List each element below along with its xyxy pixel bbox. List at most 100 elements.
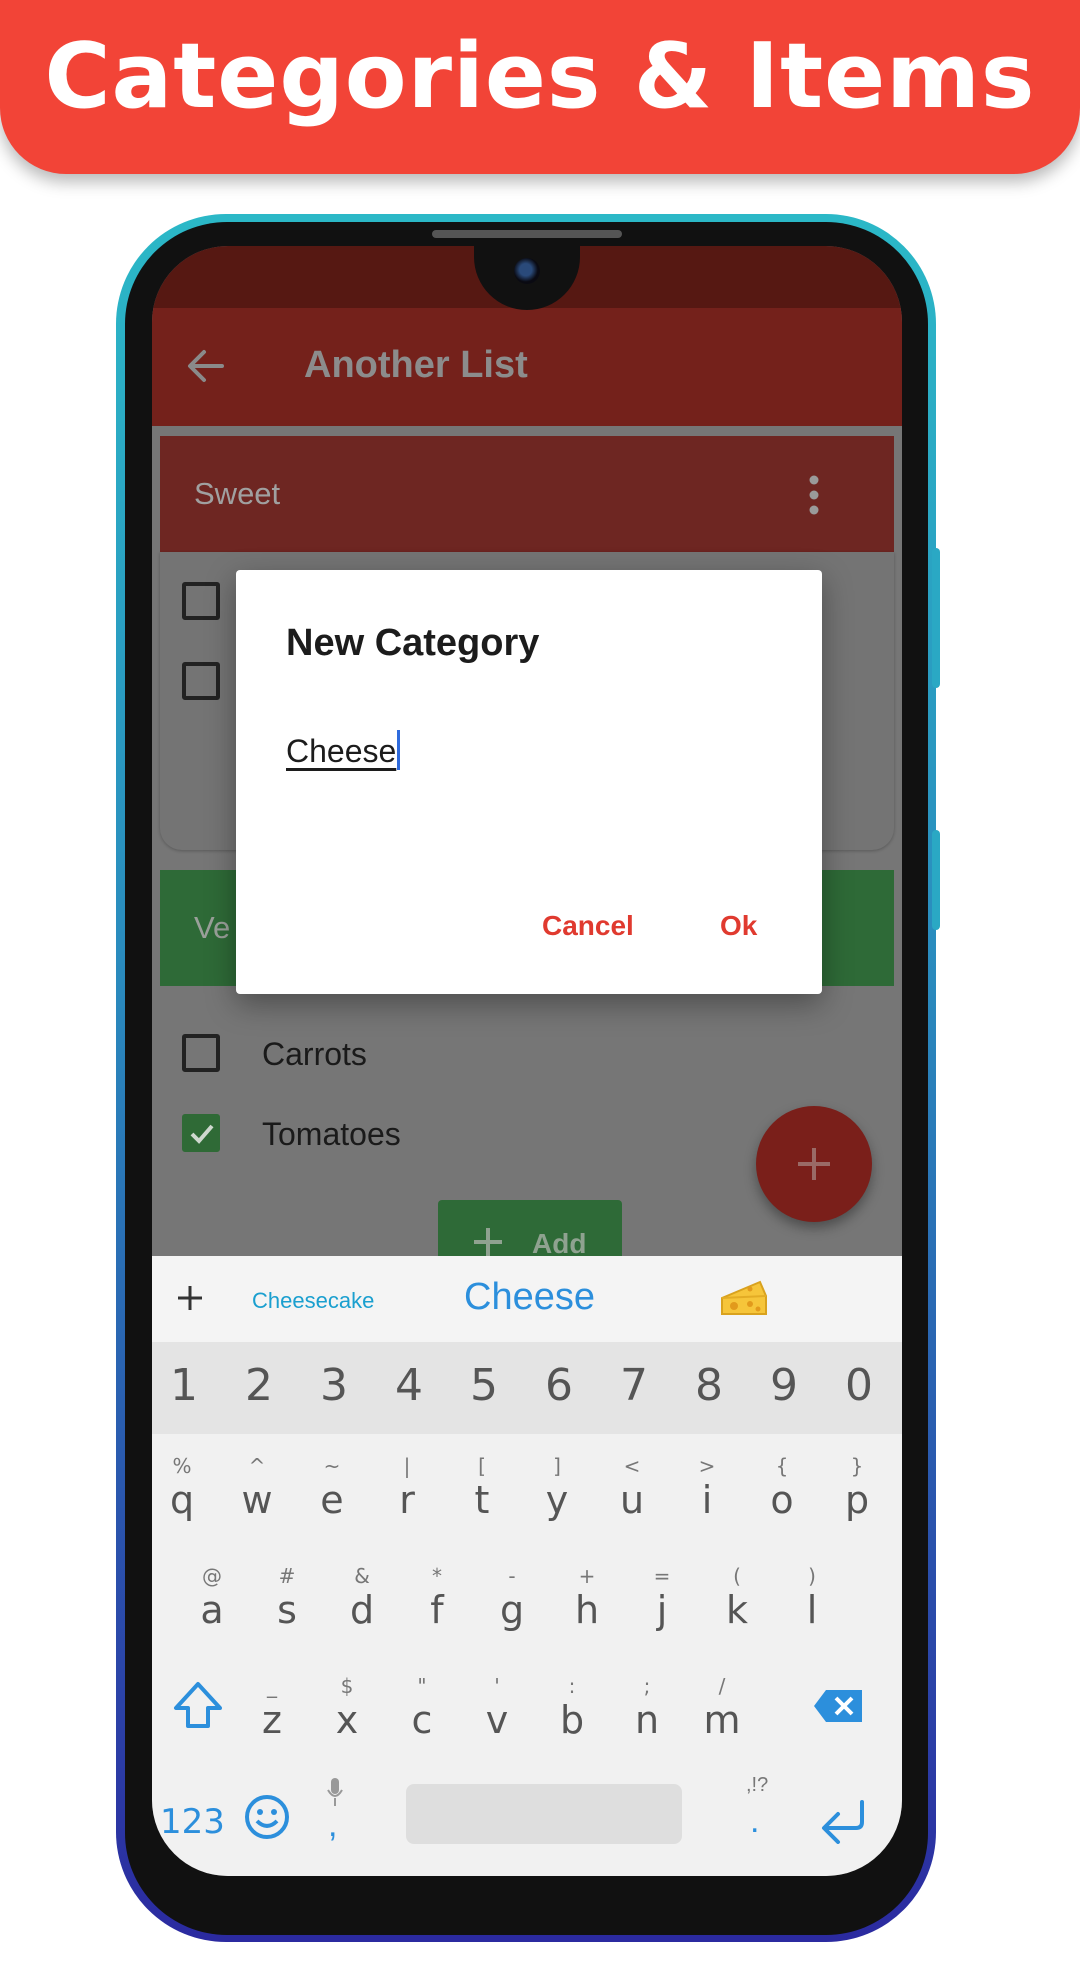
shift-icon[interactable] xyxy=(172,1680,224,1732)
add-category-fab[interactable] xyxy=(756,1106,872,1222)
key-symbol-hint: : xyxy=(568,1674,576,1698)
key-symbol-hint: ( xyxy=(733,1564,741,1588)
category-title: Ve xyxy=(194,910,231,945)
letter-key[interactable]: a xyxy=(187,1588,237,1632)
letter-key[interactable]: b xyxy=(547,1698,597,1742)
key-symbol-hint: _ xyxy=(267,1674,277,1698)
number-key[interactable]: 4 xyxy=(384,1360,434,1411)
number-key[interactable]: 3 xyxy=(309,1360,359,1411)
key-symbol-hint: [ xyxy=(478,1454,486,1478)
suggestion-center[interactable]: Cheese xyxy=(464,1276,595,1319)
key-symbol-hint: ~ xyxy=(323,1454,341,1478)
key-symbol-hint: < xyxy=(623,1454,641,1478)
letter-key[interactable]: n xyxy=(622,1698,672,1742)
item-checkbox-carrots[interactable] xyxy=(182,1034,220,1072)
ok-button[interactable]: Ok xyxy=(720,910,757,942)
category-header-sweet[interactable]: Sweet xyxy=(160,436,894,552)
letter-key[interactable]: r xyxy=(382,1478,432,1522)
emoji-icon[interactable] xyxy=(244,1794,290,1840)
checkmark-icon xyxy=(190,1124,214,1144)
letter-key[interactable]: h xyxy=(562,1588,612,1632)
suggestion-left[interactable]: Cheesecake xyxy=(252,1288,374,1314)
number-key[interactable]: 0 xyxy=(834,1360,884,1411)
punctuation-hint: ,!? xyxy=(746,1774,769,1796)
letter-key[interactable]: c xyxy=(397,1698,447,1742)
number-key[interactable]: 9 xyxy=(759,1360,809,1411)
suggestion-bar: Cheesecake Cheese xyxy=(152,1256,902,1342)
letter-key[interactable]: f xyxy=(412,1588,462,1632)
key-symbol-hint: + xyxy=(578,1564,596,1588)
key-symbol-hint: * xyxy=(432,1564,442,1588)
letter-key[interactable]: z xyxy=(247,1698,297,1742)
letter-key[interactable]: m xyxy=(697,1698,747,1742)
item-checkbox-tomatoes[interactable] xyxy=(182,1114,220,1152)
item-checkbox[interactable] xyxy=(182,662,220,700)
plus-icon[interactable] xyxy=(176,1284,204,1312)
numbers-toggle-key[interactable]: 123 xyxy=(160,1802,225,1842)
key-symbol-hint: $ xyxy=(340,1674,354,1698)
number-key[interactable]: 5 xyxy=(459,1360,509,1411)
letter-key[interactable]: k xyxy=(712,1588,762,1632)
letter-key[interactable]: t xyxy=(457,1478,507,1522)
letter-key[interactable]: l xyxy=(787,1588,837,1632)
letter-key[interactable]: p xyxy=(832,1478,882,1522)
backspace-icon[interactable] xyxy=(812,1688,864,1724)
app-title: Another List xyxy=(304,344,528,386)
letter-key[interactable]: i xyxy=(682,1478,732,1522)
key-symbol-hint: @ xyxy=(202,1564,222,1588)
letter-key[interactable]: e xyxy=(307,1478,357,1522)
space-bar[interactable] xyxy=(406,1784,682,1844)
key-symbol-hint: % xyxy=(172,1454,192,1478)
number-key[interactable]: 6 xyxy=(534,1360,584,1411)
earpiece-speaker xyxy=(432,230,622,238)
category-name-value: Cheese xyxy=(286,733,397,769)
microphone-icon[interactable] xyxy=(324,1776,346,1808)
number-key[interactable]: 2 xyxy=(234,1360,284,1411)
cheese-wedge-icon[interactable] xyxy=(720,1278,768,1318)
comma-key[interactable]: , xyxy=(328,1806,337,1845)
new-category-dialog: New Category Cheese Cancel Ok xyxy=(236,570,822,994)
key-symbol-hint: ' xyxy=(494,1674,500,1698)
letter-key[interactable]: w xyxy=(232,1478,282,1522)
key-symbol-hint: } xyxy=(850,1454,864,1478)
category-name-input[interactable]: Cheese xyxy=(286,730,401,778)
key-symbol-hint: ; xyxy=(643,1674,651,1698)
item-checkbox[interactable] xyxy=(182,582,220,620)
plus-icon xyxy=(798,1148,830,1180)
key-symbol-hint: ] xyxy=(553,1454,561,1478)
key-symbol-hint: & xyxy=(354,1564,370,1588)
promo-banner: Categories & Items xyxy=(0,0,1080,174)
letter-key[interactable]: j xyxy=(637,1588,687,1632)
cancel-button[interactable]: Cancel xyxy=(542,910,634,942)
letter-key[interactable]: d xyxy=(337,1588,387,1632)
letter-key[interactable]: s xyxy=(262,1588,312,1632)
number-key[interactable]: 1 xyxy=(159,1360,209,1411)
front-camera-icon xyxy=(514,258,540,284)
number-key[interactable]: 7 xyxy=(609,1360,659,1411)
text-cursor xyxy=(397,730,401,770)
letter-key[interactable]: x xyxy=(322,1698,372,1742)
letter-key[interactable]: y xyxy=(532,1478,582,1522)
number-key[interactable]: 8 xyxy=(684,1360,734,1411)
key-symbol-hint: = xyxy=(653,1564,671,1588)
enter-icon[interactable] xyxy=(816,1796,870,1844)
banner-title: Categories & Items xyxy=(44,23,1036,129)
volume-button xyxy=(932,548,940,688)
letter-key[interactable]: u xyxy=(607,1478,657,1522)
key-symbol-hint: # xyxy=(278,1564,296,1588)
dialog-title: New Category xyxy=(286,622,540,664)
more-vert-icon[interactable] xyxy=(808,474,820,516)
key-symbol-hint: " xyxy=(417,1674,427,1698)
key-symbol-hint: / xyxy=(718,1674,726,1698)
letter-key[interactable]: v xyxy=(472,1698,522,1742)
app-bar: Another List xyxy=(152,308,902,426)
period-key[interactable]: . xyxy=(750,1802,759,1841)
letter-key[interactable]: o xyxy=(757,1478,807,1522)
number-row: 1234567890 xyxy=(152,1342,902,1434)
back-arrow-icon[interactable] xyxy=(182,342,230,390)
letter-key[interactable]: g xyxy=(487,1588,537,1632)
letter-key[interactable]: q xyxy=(157,1478,207,1522)
key-symbol-hint: { xyxy=(775,1454,789,1478)
plus-icon xyxy=(474,1228,502,1256)
key-symbol-hint: > xyxy=(698,1454,716,1478)
